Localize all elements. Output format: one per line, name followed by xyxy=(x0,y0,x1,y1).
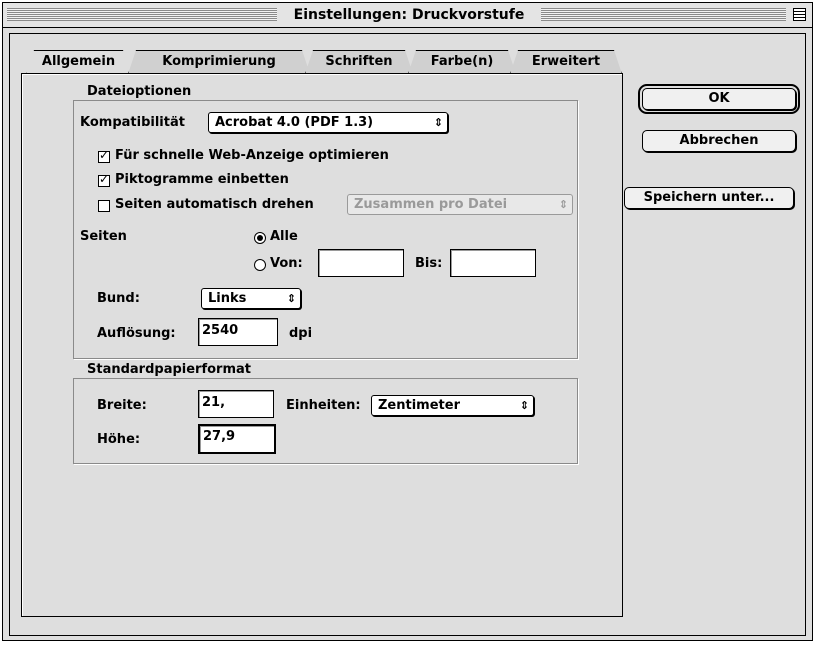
kompatibilitaet-value: Acrobat 4.0 (PDF 1.3) xyxy=(215,115,374,130)
embed-thumbnails-label: Piktogramme einbetten xyxy=(115,172,289,187)
web-optimize-checkbox[interactable] xyxy=(98,148,110,163)
kompatibilitaet-label: Kompatibilität xyxy=(80,115,185,130)
seiten-label: Seiten xyxy=(80,229,127,244)
cancel-button[interactable]: Abbrechen xyxy=(642,130,796,152)
title-bar-stripes-left xyxy=(7,8,277,21)
auto-rotate-label: Seiten automatisch drehen xyxy=(115,197,314,212)
tab-komprimierung[interactable]: Komprimierung xyxy=(128,50,310,74)
pages-bis-label: Bis: xyxy=(415,256,443,271)
tab-label: Erweitert xyxy=(531,54,601,69)
pages-range-radio[interactable] xyxy=(254,259,266,271)
tab-label: Farbe(n) xyxy=(430,54,494,69)
tab-label: Komprimierung xyxy=(162,54,276,69)
group-dateioptionen-legend: Dateioptionen xyxy=(84,84,195,100)
bund-select[interactable]: Links ⇕ xyxy=(201,288,301,309)
breite-label: Breite: xyxy=(97,398,147,413)
hoehe-label: Höhe: xyxy=(97,432,141,447)
title-bar[interactable]: Einstellungen: Druckvorstufe xyxy=(3,3,812,28)
title-bar-stripes-right xyxy=(541,8,786,21)
popup-arrows-icon: ⇕ xyxy=(286,292,296,305)
kompatibilitaet-select[interactable]: Acrobat 4.0 (PDF 1.3) ⇕ xyxy=(208,112,448,133)
popup-arrows-icon: ⇕ xyxy=(433,116,443,129)
group-dateioptionen xyxy=(73,100,578,359)
tab-farben[interactable]: Farbe(n) xyxy=(408,50,516,74)
height-input[interactable]: 27,9 xyxy=(198,424,276,454)
pages-all-radio[interactable] xyxy=(254,232,266,244)
pages-all-label: Alle xyxy=(270,229,298,244)
tab-allgemein[interactable]: Allgemein xyxy=(26,50,131,75)
bund-value: Links xyxy=(208,291,247,306)
popup-arrows-icon: ⇕ xyxy=(519,399,529,412)
ok-button[interactable]: OK xyxy=(638,84,800,114)
group-standardpapierformat-legend: Standardpapierformat xyxy=(84,362,254,378)
rotate-mode-select[interactable]: Zusammen pro Datei ⇕ xyxy=(347,194,573,215)
rotate-mode-value: Zusammen pro Datei xyxy=(354,197,508,212)
group-standardpapierformat xyxy=(73,378,578,464)
collapse-box-icon[interactable] xyxy=(793,8,806,21)
dpi-unit-label: dpi xyxy=(289,326,313,341)
embed-thumbnails-checkbox[interactable] xyxy=(98,172,110,187)
popup-arrows-icon: ⇕ xyxy=(558,198,568,211)
units-select[interactable]: Zentimeter ⇕ xyxy=(371,395,534,416)
auto-rotate-checkbox[interactable] xyxy=(98,200,110,212)
units-value: Zentimeter xyxy=(378,398,460,413)
width-input[interactable]: 21, xyxy=(198,390,274,418)
pages-von-label: Von: xyxy=(270,256,303,271)
tab-label: Allgemein xyxy=(41,54,116,69)
window-title: Einstellungen: Druckvorstufe xyxy=(278,5,540,25)
web-optimize-label: Für schnelle Web-Anzeige optimieren xyxy=(115,148,389,163)
tab-schriften[interactable]: Schriften xyxy=(305,50,413,74)
pages-to-input[interactable] xyxy=(450,249,536,277)
bund-label: Bund: xyxy=(97,291,140,306)
einheiten-label: Einheiten: xyxy=(286,398,361,413)
pages-from-input[interactable] xyxy=(318,249,404,277)
tab-erweitert[interactable]: Erweitert xyxy=(510,50,622,74)
tab-label: Schriften xyxy=(325,54,393,69)
aufloesung-label: Auflösung: xyxy=(97,326,176,341)
resolution-input[interactable]: 2540 xyxy=(198,318,278,346)
save-as-button[interactable]: Speichern unter... xyxy=(624,187,794,209)
